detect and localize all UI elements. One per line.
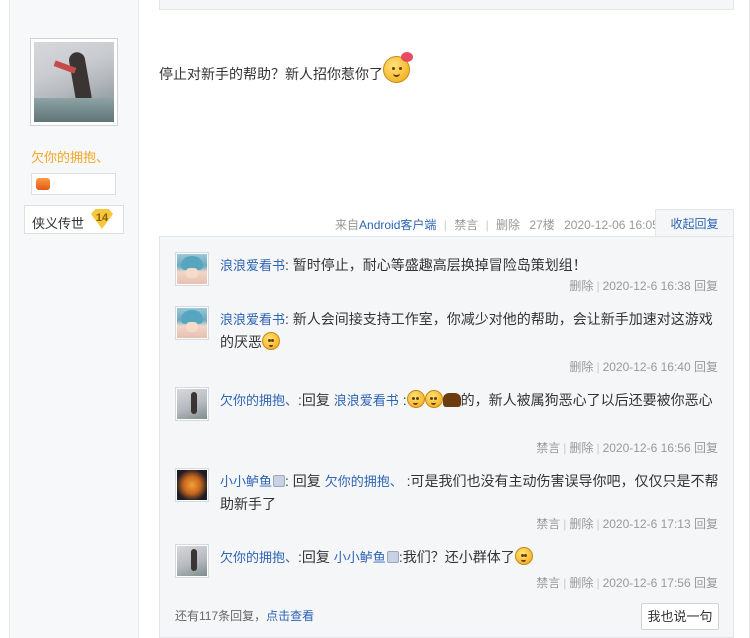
- reply-colon: :: [285, 257, 289, 273]
- reply-body: 欠你的拥抱、:回复 小小鲈鱼 :我们？还小群体了: [220, 546, 720, 569]
- reply-body: 浪浪爱看书: 暂时停止，耐心等盛趣高层换掉冒险岛策划组！: [220, 254, 720, 277]
- post-meta: 来自Android客户端 | 禁言 | 删除 27楼 2020-12-06 16…: [335, 216, 659, 233]
- avatar-image: [34, 42, 114, 122]
- source-prefix: 来自: [335, 218, 360, 232]
- delete-link[interactable]: 删除: [569, 279, 593, 293]
- vip-badge-icon: [386, 551, 399, 563]
- angry-emoji-icon: [424, 390, 443, 408]
- separator: |: [596, 441, 600, 455]
- avatar-figure: [67, 50, 93, 104]
- surprised-emoji-icon: [514, 547, 533, 565]
- delete-link[interactable]: 删除: [569, 517, 593, 531]
- separator: |: [563, 576, 567, 590]
- delete-link[interactable]: 删除: [569, 441, 593, 455]
- level-badge[interactable]: 侠义传世 14: [24, 205, 124, 234]
- reply-meta: 禁言 | 删除 | 2020-12-6 16:56 回复: [536, 439, 718, 456]
- author-avatar[interactable]: [30, 38, 118, 126]
- mute-link[interactable]: 禁言: [536, 517, 560, 531]
- reply-time: 2020-12-6 16:56: [602, 441, 691, 455]
- reply-text: 新人会间接支持工作室，你减少对他的帮助，会让新手加速对这游戏的厌恶: [220, 311, 713, 350]
- reply-text: 的，新人被属狗恶心了以后还要被你恶心: [460, 392, 713, 408]
- reply-username[interactable]: 浪浪爱看书: [220, 312, 285, 327]
- separator: |: [596, 279, 600, 293]
- reply-avatar[interactable]: [175, 387, 209, 421]
- reply-text: :我们？还小群体了: [398, 549, 515, 565]
- separator: |: [563, 441, 567, 455]
- floor-number: 27楼: [529, 218, 555, 232]
- reply-link[interactable]: 回复: [694, 441, 718, 455]
- delete-link[interactable]: 删除: [569, 576, 593, 590]
- reply-word: 回复: [292, 473, 321, 489]
- reply-colon: :: [285, 311, 289, 327]
- level-number: 14: [91, 209, 113, 229]
- reply-avatar[interactable]: [175, 306, 209, 340]
- reply-meta: 删除 | 2020-12-6 16:38 回复: [569, 277, 718, 294]
- mute-link[interactable]: 禁言: [536, 441, 560, 455]
- post-time: 2020-12-06 16:05: [564, 218, 659, 232]
- reply-meta: 禁言 | 删除 | 2020-12-6 17:56 回复: [536, 574, 718, 591]
- separator: |: [443, 218, 447, 232]
- more-replies: 还有117条回复，点击查看: [175, 607, 314, 624]
- collapse-replies-button[interactable]: 收起回复: [655, 209, 734, 237]
- reply-avatar[interactable]: [175, 544, 209, 578]
- game-badge[interactable]: [31, 173, 116, 195]
- reply-link[interactable]: 回复: [694, 279, 718, 293]
- reply-username[interactable]: 小小鲈鱼: [220, 474, 272, 489]
- reply-target-username[interactable]: 欠你的拥抱、: [325, 474, 403, 489]
- angry-emoji-icon: [406, 390, 425, 408]
- reply-word: :回复: [298, 549, 330, 565]
- smile-emoji-icon: [262, 332, 280, 350]
- reply-username[interactable]: 欠你的拥抱、: [220, 550, 298, 565]
- post-text: 停止对新手的帮助？新人招你惹你了: [159, 52, 413, 84]
- separator: |: [596, 360, 600, 374]
- reply-body: 欠你的拥抱、:回复 浪浪爱看书 : 的，新人被属狗恶心了以后还要被你恶心: [220, 389, 720, 412]
- delete-link[interactable]: 删除: [496, 218, 520, 232]
- reply-body: 浪浪爱看书: 新人会间接支持工作室，你减少对他的帮助，会让新手加速对这游戏的厌恶: [220, 308, 720, 353]
- reply-link[interactable]: 回复: [694, 517, 718, 531]
- reply-colon: :: [402, 392, 407, 408]
- reply-time: 2020-12-6 17:56: [602, 576, 691, 590]
- reply-username[interactable]: 浪浪爱看书: [220, 258, 285, 273]
- delete-link[interactable]: 删除: [569, 360, 593, 374]
- reply-body: 小小鲈鱼: 回复 欠你的拥抱、 :可是我们也没有主动伤害误导你吧，仅仅只是不帮助…: [220, 470, 720, 515]
- avatar-ground: [34, 98, 114, 122]
- client-link[interactable]: Android客户端: [359, 218, 436, 232]
- replies-panel: 浪浪爱看书: 暂时停止，耐心等盛趣高层换掉冒险岛策划组！ 删除 | 2020-12-…: [159, 236, 734, 638]
- reply-time: 2020-12-6 16:40: [602, 360, 691, 374]
- reply-link[interactable]: 回复: [694, 576, 718, 590]
- reply-target-username[interactable]: 小小鲈鱼: [334, 550, 386, 565]
- vip-badge-icon: [273, 475, 286, 487]
- reply-word: :回复: [298, 392, 330, 408]
- view-more-link[interactable]: 点击查看: [266, 609, 314, 623]
- more-replies-count: 还有117条回复，: [175, 609, 267, 623]
- reply-target-username[interactable]: 浪浪爱看书: [334, 393, 399, 408]
- dog-emoji-icon: [442, 393, 461, 407]
- reply-text: 暂时停止，耐心等盛趣高层换掉冒险岛策划组！: [292, 257, 587, 273]
- previous-reply-box-edge: [159, 0, 734, 10]
- level-title: 侠义传世: [32, 216, 85, 231]
- reply-time: 2020-12-6 16:38: [602, 279, 691, 293]
- reply-time: 2020-12-6 17:13: [602, 517, 691, 531]
- separator: |: [563, 517, 567, 531]
- separator: |: [596, 576, 600, 590]
- game-icon: [36, 178, 50, 190]
- surprised-emoji-icon: [383, 52, 413, 83]
- reply-avatar[interactable]: [175, 252, 209, 286]
- reply-avatar[interactable]: [175, 468, 209, 502]
- separator: |: [485, 218, 489, 232]
- reply-colon: :: [285, 473, 289, 489]
- author-name[interactable]: 欠你的拥抱、: [0, 147, 140, 166]
- reply-username[interactable]: 欠你的拥抱、: [220, 393, 298, 408]
- mute-link[interactable]: 禁言: [454, 218, 478, 232]
- mute-link[interactable]: 禁言: [536, 576, 560, 590]
- reply-meta: 禁言 | 删除 | 2020-12-6 17:13 回复: [536, 515, 718, 532]
- post-body: 停止对新手的帮助？新人招你惹你了: [159, 66, 383, 82]
- add-comment-button[interactable]: 我也说一句: [641, 603, 719, 630]
- separator: |: [596, 517, 600, 531]
- reply-link[interactable]: 回复: [694, 360, 718, 374]
- reply-meta: 删除 | 2020-12-6 16:40 回复: [569, 358, 718, 375]
